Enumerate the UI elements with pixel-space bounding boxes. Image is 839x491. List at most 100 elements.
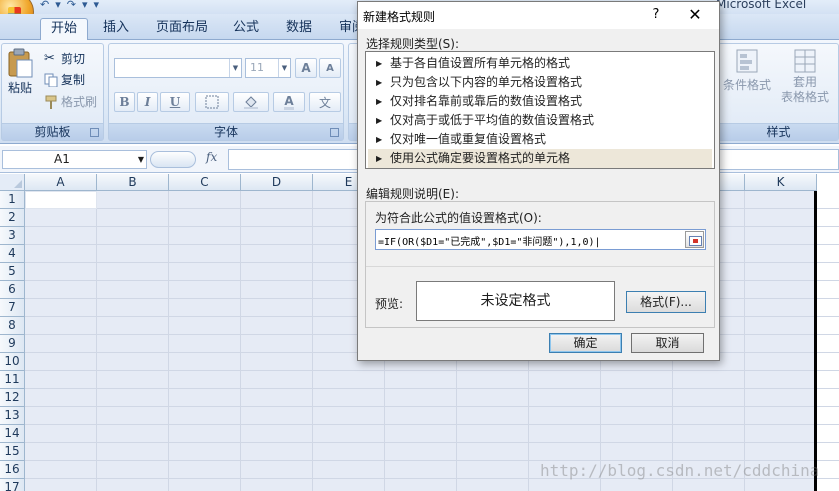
cancel-button[interactable]: 取消 [631, 333, 704, 353]
cell-grid-unselected[interactable] [817, 191, 839, 491]
row-header[interactable]: 11 [0, 371, 25, 389]
tab-home[interactable]: 开始 [40, 18, 89, 40]
border-button[interactable] [195, 92, 229, 112]
chevron-down-icon[interactable]: ▼ [278, 59, 290, 77]
row-header[interactable]: 12 [0, 389, 25, 407]
row-header[interactable]: 9 [0, 335, 25, 353]
font-dialog-launcher-icon[interactable] [330, 128, 339, 137]
conditional-format-button[interactable]: 条件格式 [723, 48, 771, 93]
font-color-button[interactable]: A [273, 92, 305, 112]
bold-button[interactable]: B [114, 92, 135, 112]
row-header[interactable]: 1 [0, 191, 25, 209]
format-painter-button[interactable]: 格式刷 [44, 93, 97, 110]
tab-formulas[interactable]: 公式 [223, 18, 269, 40]
rule-type-item[interactable]: ▶ 仅对排名靠前或靠后的数值设置格式 [368, 92, 712, 111]
font-size-combo[interactable]: 11 ▼ [245, 58, 291, 78]
rule-type-label-text: 仅对唯一值或重复值设置格式 [390, 132, 547, 146]
column-header[interactable]: C [169, 174, 241, 191]
fill-color-icon [244, 96, 258, 109]
column-header[interactable]: A [25, 174, 97, 191]
clipboard-group-label: 剪贴板 [2, 123, 103, 140]
row-header[interactable]: 7 [0, 299, 25, 317]
grow-font-button[interactable]: A [295, 58, 317, 78]
column-header[interactable]: B [97, 174, 169, 191]
copy-button[interactable]: 复制 [44, 71, 85, 88]
dialog-title: 新建格式规则 [363, 10, 436, 24]
name-box[interactable]: A1 ▼ [2, 150, 147, 169]
help-button[interactable]: ? [646, 5, 666, 25]
font-name-combo[interactable]: ▼ [114, 58, 242, 78]
quick-access-toolbar[interactable]: ↶ ▾ ↷ ▾ ▾ [40, 0, 100, 11]
column-header[interactable]: K [745, 174, 817, 191]
row-header[interactable]: 4 [0, 245, 25, 263]
styles-group-label: 样式 [719, 123, 838, 140]
window-title: Microsoft Excel [716, 0, 807, 11]
phonetic-button[interactable]: 文 [309, 92, 341, 112]
tab-data[interactable]: 数据 [276, 18, 322, 40]
tab-insert[interactable]: 插入 [93, 18, 139, 40]
format-button[interactable]: 格式(F)... [626, 291, 706, 313]
row-header[interactable]: 6 [0, 281, 25, 299]
row-header[interactable]: 10 [0, 353, 25, 371]
font-group-label: 字体 [109, 123, 343, 140]
conditional-format-icon [736, 49, 758, 73]
new-format-rule-dialog: 新建格式规则 ? ✕ 选择规则类型(S): ▶ 基于各自值设置所有单元格的格式 ▶ 只… [357, 1, 720, 361]
customize-qat-icon[interactable]: ▾ [94, 0, 100, 11]
italic-button[interactable]: I [137, 92, 158, 112]
preview-box: 未设定格式 [416, 281, 615, 321]
dialog-title-bar[interactable]: 新建格式规则 ? ✕ [358, 2, 719, 29]
row-header[interactable]: 16 [0, 461, 25, 479]
preview-label: 预览: [375, 297, 404, 311]
rule-type-item[interactable]: ▶ 仅对唯一值或重复值设置格式 [368, 130, 712, 149]
name-box-value: A1 [54, 152, 70, 166]
active-cell-a1[interactable] [25, 191, 97, 209]
phonetic-icon: 文 [318, 95, 331, 110]
fill-color-button[interactable] [233, 92, 269, 112]
underline-icon: U [169, 95, 181, 109]
row-header[interactable]: 14 [0, 425, 25, 443]
shrink-font-icon: A [326, 62, 334, 74]
chevron-down-icon[interactable]: ▼ [229, 59, 241, 77]
undo-dropdown-icon[interactable]: ▾ [55, 0, 61, 11]
row-header[interactable]: 5 [0, 263, 25, 281]
row-header[interactable]: 3 [0, 227, 25, 245]
bullet-triangle-icon: ▶ [376, 135, 383, 144]
rule-type-item[interactable]: ▶ 使用公式确定要设置格式的单元格 [368, 149, 712, 168]
divider [366, 266, 714, 267]
row-header[interactable]: 15 [0, 443, 25, 461]
rule-type-label-text: 基于各自值设置所有单元格的格式 [390, 56, 571, 70]
font-group: ▼ 11 ▼ A A B I U A 文 字体 [108, 43, 344, 141]
rule-type-item[interactable]: ▶ 只为包含以下内容的单元格设置格式 [368, 73, 712, 92]
brush-icon [45, 95, 57, 109]
underline-button[interactable]: U [160, 92, 190, 112]
cut-button[interactable]: ✂ 剪切 [44, 50, 85, 67]
insert-function-icon[interactable]: fx [206, 150, 217, 164]
collapse-dialog-icon[interactable] [685, 231, 704, 248]
close-icon[interactable]: ✕ [684, 5, 706, 25]
rule-formula-input[interactable]: =IF(OR($D1="已完成",$D1="非问题"),1,0)| [375, 229, 706, 250]
bullet-triangle-icon: ▶ [376, 154, 383, 163]
undo-icon[interactable]: ↶ [40, 0, 49, 11]
clipboard-dialog-launcher-icon[interactable] [90, 128, 99, 137]
column-header[interactable]: D [241, 174, 313, 191]
paste-button[interactable]: 粘贴 [6, 48, 34, 96]
redo-icon[interactable]: ↷ [67, 0, 76, 11]
row-header[interactable]: 17 [0, 479, 25, 491]
italic-icon: I [144, 95, 151, 109]
ok-button[interactable]: 确定 [549, 333, 622, 353]
chevron-down-icon[interactable]: ▼ [138, 151, 144, 168]
rule-type-item[interactable]: ▶ 基于各自值设置所有单元格的格式 [368, 54, 712, 73]
row-header[interactable]: 2 [0, 209, 25, 227]
row-header[interactable]: 8 [0, 317, 25, 335]
table-format-icon [794, 49, 816, 73]
shrink-font-button[interactable]: A [319, 58, 341, 78]
formula-bar-resize-knob[interactable] [150, 151, 196, 168]
rule-type-item[interactable]: ▶ 仅对高于或低于平均值的数值设置格式 [368, 111, 712, 130]
row-header[interactable]: 13 [0, 407, 25, 425]
tab-page-layout[interactable]: 页面布局 [146, 18, 218, 40]
rule-type-list[interactable]: ▶ 基于各自值设置所有单元格的格式 ▶ 只为包含以下内容的单元格设置格式 ▶ 仅对排名靠前… [365, 51, 715, 169]
table-format-button[interactable]: 套用 表格格式 [781, 48, 829, 104]
rule-type-label: 选择规则类型(S): [366, 37, 460, 51]
redo-dropdown-icon[interactable]: ▾ [82, 0, 88, 11]
select-all-corner[interactable] [0, 174, 25, 191]
